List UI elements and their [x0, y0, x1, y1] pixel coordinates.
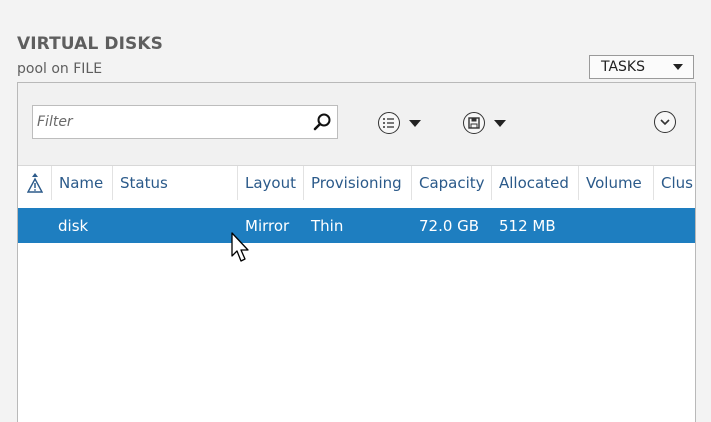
cell-layout: Mirror — [245, 216, 290, 235]
column-header-capacity[interactable]: Capacity — [412, 166, 492, 200]
chevron-down-icon — [494, 119, 506, 127]
cell-allocated: 512 MB — [499, 216, 556, 235]
warning-sort-icon — [27, 173, 43, 193]
save-query-icon — [463, 112, 485, 134]
column-header-name[interactable]: Name — [52, 166, 113, 200]
cell-name: disk — [58, 216, 89, 235]
filter-input[interactable] — [37, 106, 305, 138]
column-header-provisioning[interactable]: Provisioning — [304, 166, 412, 200]
table-header-row: Name Status Layout Provisioning Capacity… — [18, 166, 695, 200]
mouse-cursor-icon — [231, 232, 249, 262]
virtual-disks-panel: Name Status Layout Provisioning Capacity… — [17, 82, 696, 422]
server-manager-virtual-disks-page: VIRTUAL DISKS pool on FILE TASKS Filter … — [0, 0, 711, 422]
column-header-status[interactable]: Status — [113, 166, 238, 200]
filter-box[interactable] — [32, 105, 338, 139]
section-subtitle: pool on FILE — [17, 61, 103, 77]
tasks-label: TASKS — [601, 59, 645, 75]
column-header-allocated[interactable]: Allocated — [492, 166, 579, 200]
cell-provisioning: Thin — [311, 216, 344, 235]
filter-toolbar — [18, 83, 695, 166]
search-icon[interactable] — [310, 110, 334, 134]
chevron-down-icon — [673, 64, 683, 70]
expand-button[interactable] — [654, 111, 676, 133]
cell-capacity: 72.0 GB — [419, 216, 480, 235]
save-query-button[interactable] — [463, 110, 506, 136]
table-row[interactable]: disk Mirror Thin 72.0 GB 512 MB — [18, 208, 695, 243]
expand-icon — [654, 111, 676, 133]
column-header-volume[interactable]: Volume — [579, 166, 654, 200]
column-header-layout[interactable]: Layout — [238, 166, 304, 200]
list-options-icon — [378, 112, 400, 134]
section-title: VIRTUAL DISKS — [17, 34, 163, 54]
column-header-cluster[interactable]: Clus — [654, 166, 695, 200]
chevron-down-icon — [409, 119, 421, 127]
warning-sort-column[interactable] — [18, 166, 52, 200]
list-options-button[interactable] — [378, 110, 421, 136]
tasks-dropdown-button[interactable]: TASKS — [589, 55, 694, 79]
